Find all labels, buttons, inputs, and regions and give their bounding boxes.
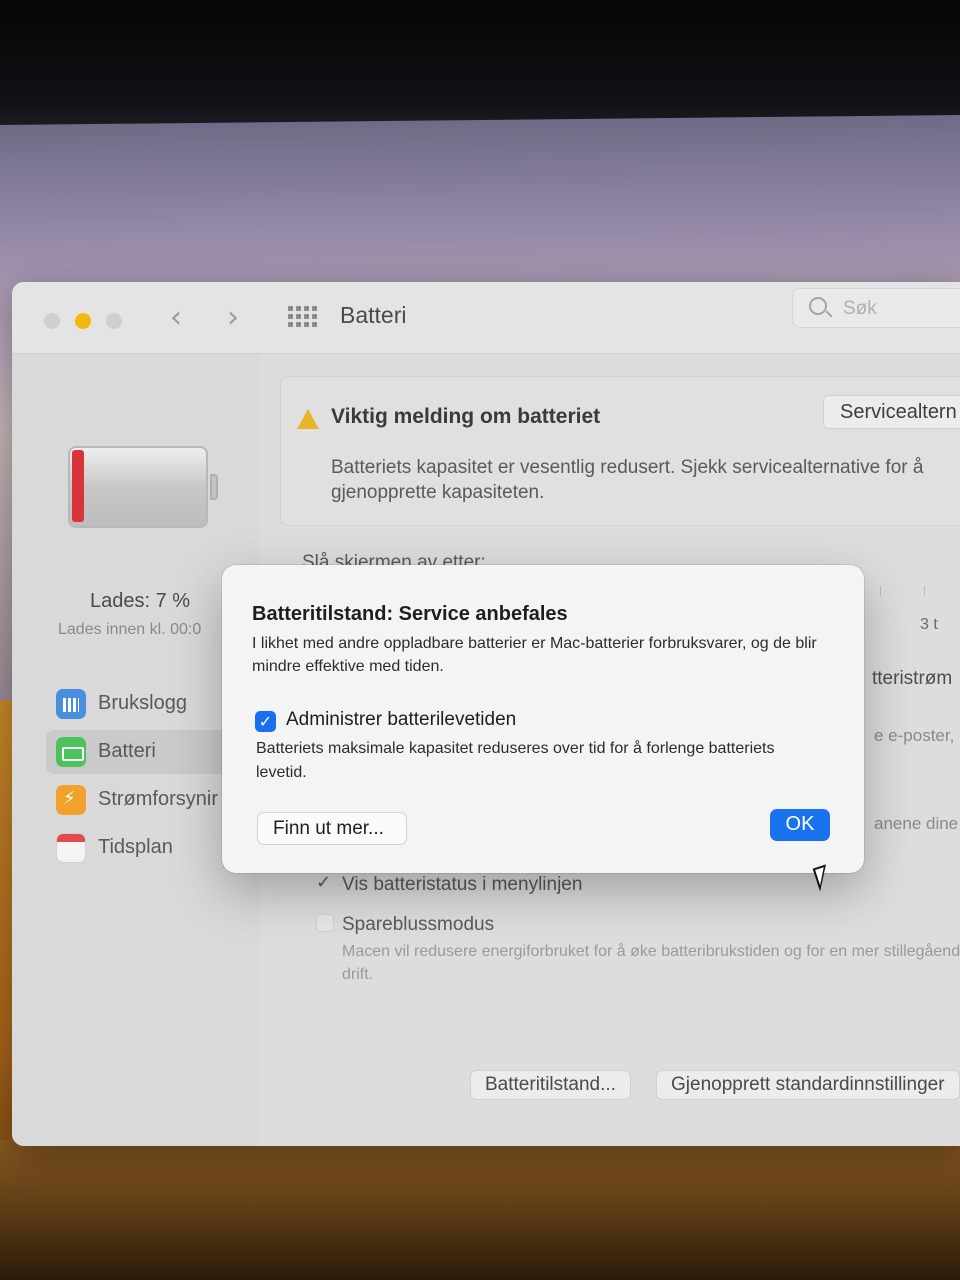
window-title: Batteri: [340, 302, 407, 328]
service-options-button[interactable]: Servicealtern: [823, 395, 960, 429]
search-placeholder: Søk: [843, 298, 877, 319]
close-window-button[interactable]: [44, 313, 60, 329]
calendar-icon: [56, 833, 86, 863]
low-power-description: Macen vil redusere energiforbruket for å…: [342, 943, 960, 983]
sidebar-item-label: Brukslogg: [98, 692, 187, 714]
low-power-row[interactable]: Spareblussmodus: [260, 912, 960, 942]
sidebar-item-label: Strømforsynir: [98, 788, 218, 810]
setting-label-fragment: tteristrøm: [872, 668, 953, 689]
search-icon: [809, 297, 827, 315]
notice-title: Viktig melding om batteriet: [331, 405, 601, 428]
sidebar-item-battery[interactable]: Batteri: [46, 730, 246, 774]
manage-battery-description: Batteriets maksimale kapasitet reduseres…: [256, 740, 775, 781]
charge-status: Lades: 7 %: [90, 590, 191, 612]
manage-battery-checkbox[interactable]: ✓: [255, 711, 276, 732]
battery-icon: [68, 446, 218, 528]
sidebar-item-usage-history[interactable]: Brukslogg: [46, 682, 246, 726]
sidebar-item-schedule[interactable]: Tidsplan: [46, 826, 246, 870]
restore-defaults-button[interactable]: Gjenopprett standardinnstillinger: [656, 1070, 960, 1100]
forward-arrow-icon[interactable]: ›: [227, 300, 239, 335]
show-status-checkbox[interactable]: ✓: [316, 872, 334, 893]
title-bar: ‹ › Batteri Søk: [12, 282, 960, 354]
dialog-title: Batteritilstand: Service anbefales: [252, 603, 568, 625]
sidebar-item-label: Tidsplan: [98, 836, 173, 858]
notice-body: Batteriets kapasitet er vesentlig reduse…: [331, 457, 924, 503]
slider-ticks: [880, 586, 940, 598]
low-power-checkbox[interactable]: [316, 914, 334, 932]
sidebar-item-label: Batteri: [98, 740, 156, 762]
learn-more-button[interactable]: Finn ut mer...: [257, 812, 407, 845]
warning-icon: [297, 409, 319, 429]
setting-desc-fragment: anene dine s: [874, 814, 960, 833]
power-adapter-icon: [56, 785, 86, 815]
back-arrow-icon[interactable]: ‹: [170, 300, 182, 335]
dialog-body: I likhet med andre oppladbare batterier …: [252, 635, 817, 675]
charge-eta: Lades innen kl. 00:0: [58, 621, 202, 638]
zoom-window-button[interactable]: [106, 313, 122, 329]
show-all-grid-icon[interactable]: [288, 306, 318, 328]
show-status-label: Vis batteristatus i menylinjen: [342, 874, 583, 895]
setting-desc-fragment: e e-poster,: [874, 726, 955, 745]
wallpaper-bottom: [0, 1140, 960, 1280]
sidebar-item-power-adapter[interactable]: Strømforsynir: [46, 778, 246, 822]
battery-health-button[interactable]: Batteritilstand...: [470, 1070, 631, 1100]
minimize-window-button[interactable]: [75, 313, 91, 329]
battery-notice: Viktig melding om batteriet Servicealter…: [280, 376, 960, 526]
show-status-row[interactable]: ✓ Vis batteristatus i menylinjen: [260, 872, 960, 902]
manage-battery-label[interactable]: Administrer batterilevetiden: [286, 709, 516, 731]
low-power-label: Spareblussmodus: [342, 914, 495, 935]
ok-button[interactable]: OK: [770, 809, 830, 841]
bar-chart-icon: [56, 689, 86, 719]
search-field[interactable]: Søk: [792, 288, 960, 328]
slider-tick-label: 3 t: [920, 616, 938, 633]
battery-icon: [56, 737, 86, 767]
battery-health-dialog: Batteritilstand: Service anbefales I lik…: [222, 565, 864, 873]
